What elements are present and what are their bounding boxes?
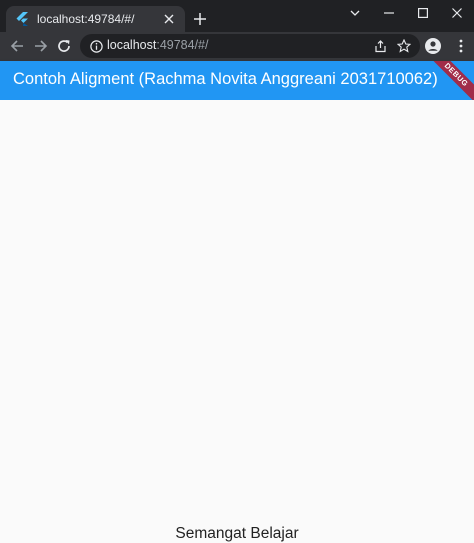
tab-title: localhost:49784/#/ — [37, 12, 135, 26]
profile-icon[interactable] — [423, 36, 443, 56]
browser-chrome: localhost:49784/#/ localhost:49784/#/ — [0, 0, 474, 61]
close-tab-icon[interactable] — [161, 11, 177, 27]
address-bar[interactable]: localhost:49784/#/ — [80, 34, 420, 58]
url-text: localhost:49784/#/ — [107, 38, 208, 52]
back-arrow-icon[interactable] — [7, 36, 27, 56]
app-bar: Contoh Aligment (Rachma Novita Anggreani… — [0, 61, 474, 100]
bookmark-star-icon[interactable] — [396, 38, 412, 54]
menu-dots-icon[interactable] — [451, 36, 471, 56]
maximize-icon[interactable] — [406, 0, 440, 26]
forward-arrow-icon[interactable] — [31, 36, 51, 56]
app-body: Semangat Belajar — [0, 100, 474, 543]
tab-search-chevron-down-icon[interactable] — [338, 0, 372, 26]
browser-tab[interactable]: localhost:49784/#/ — [6, 6, 185, 32]
info-icon[interactable] — [88, 38, 104, 54]
bottom-center-text: Semangat Belajar — [175, 525, 299, 542]
share-icon[interactable] — [372, 38, 388, 54]
url-host: localhost — [107, 38, 157, 52]
new-tab-plus-icon[interactable] — [191, 10, 209, 28]
close-window-icon[interactable] — [440, 0, 474, 26]
reload-icon[interactable] — [54, 36, 74, 56]
url-path: :49784/#/ — [156, 38, 209, 52]
flutter-favicon-icon — [15, 12, 29, 26]
page-title: Contoh Aligment (Rachma Novita Anggreani… — [13, 70, 438, 88]
minimize-icon[interactable] — [372, 0, 406, 26]
